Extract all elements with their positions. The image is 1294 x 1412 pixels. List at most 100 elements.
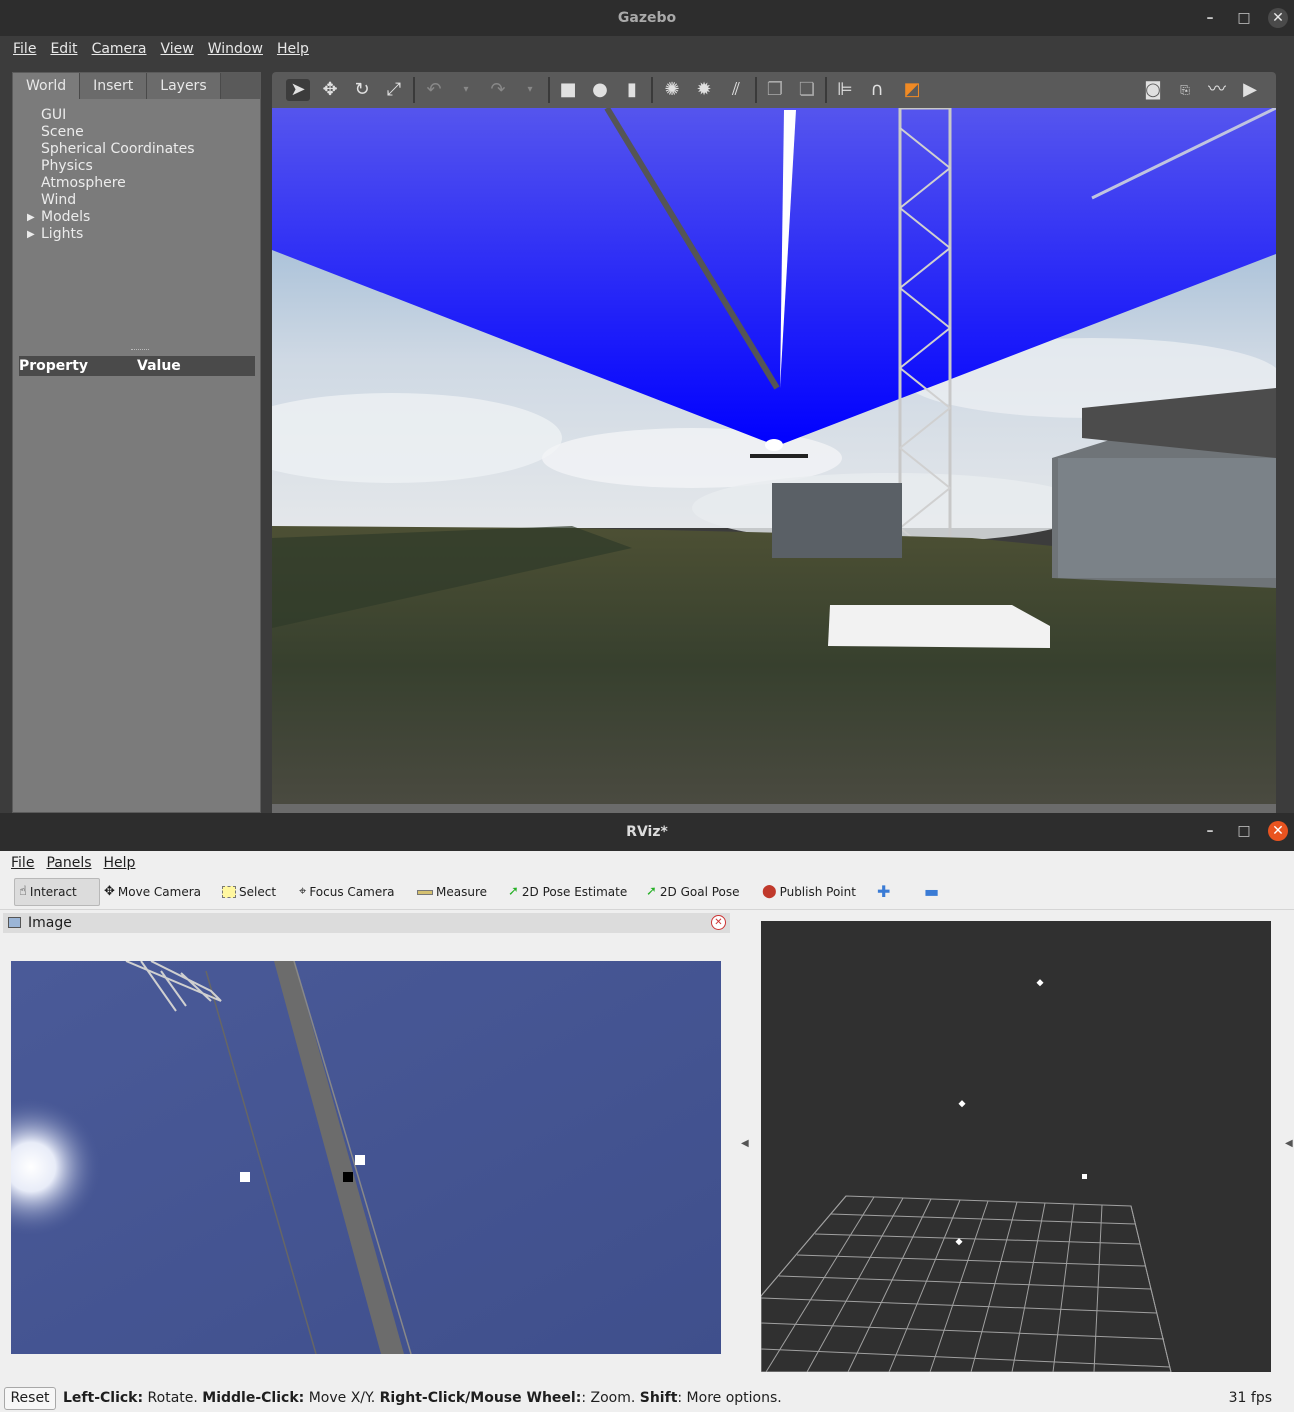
2d-goal-pose-button[interactable]: ➚ 2D Goal Pose (642, 878, 744, 906)
expand-arrow-icon[interactable]: ▶ (27, 226, 35, 243)
rviz-menubar: File Panels Help (0, 851, 1294, 874)
maximize-icon[interactable]: □ (1234, 821, 1254, 841)
splitter-handle[interactable] (131, 349, 149, 352)
point-marker (958, 1100, 966, 1108)
menu-file[interactable]: File (6, 41, 43, 57)
2d-pose-estimate-button[interactable]: ➚ 2D Pose Estimate (504, 878, 631, 906)
gazebo-toolbar: ➤ ✥ ↻ ⤢ ↶ ▾ ↷ ▾ ■ ● ▮ ✺ ✹ ⫽ ❐ ❏ ⊫ ∩ ◩ ◙ … (272, 72, 1276, 108)
image-panel-title: Image (28, 915, 72, 931)
feature-point (343, 1172, 353, 1182)
gazebo-left-panel: World Insert Layers GUI Scene Spherical … (12, 72, 261, 813)
point-marker (1082, 1174, 1087, 1179)
menu-view[interactable]: View (154, 41, 201, 57)
gazebo-bottom-bar (272, 804, 1276, 813)
minimize-icon[interactable]: – (1200, 821, 1220, 841)
maximize-icon[interactable]: □ (1234, 8, 1254, 28)
point-light-icon[interactable]: ✺ (660, 79, 684, 101)
video-record-icon[interactable]: ▶ (1238, 79, 1262, 101)
directional-light-icon[interactable]: ⫽ (724, 79, 748, 101)
cylinder-icon[interactable]: ▮ (620, 79, 644, 101)
undo-dropdown-icon[interactable]: ▾ (454, 79, 478, 101)
minimize-icon[interactable]: – (1200, 8, 1220, 28)
expand-arrow-icon[interactable]: ▶ (27, 209, 35, 226)
gazebo-3d-viewport[interactable] (272, 108, 1276, 804)
focus-camera-icon: ⌖ (299, 884, 307, 899)
move-camera-icon: ✥ (104, 884, 115, 899)
gazebo-title: Gazebo (617, 10, 677, 26)
gazebo-titlebar: Gazebo – □ ✕ (0, 0, 1294, 36)
plot-icon[interactable]: 〰 (1205, 79, 1229, 101)
splitter-left-arrow-icon[interactable]: ◀ (741, 1138, 749, 1149)
value-column-label: Value (137, 358, 181, 374)
close-icon[interactable]: ✕ (1268, 8, 1288, 28)
snap-icon[interactable]: ∩ (865, 79, 889, 101)
paste-icon[interactable]: ❏ (795, 79, 819, 101)
rotate-icon[interactable]: ↻ (350, 79, 374, 101)
rviz-titlebar: RViz* – □ ✕ (0, 813, 1294, 851)
gazebo-scene[interactable] (272, 108, 1276, 804)
redo-dropdown-icon[interactable]: ▾ (518, 79, 542, 101)
menu-help[interactable]: Help (270, 41, 316, 57)
rviz-toolbar: ☝ Interact ✥ Move Camera Select ⌖ Focus Cam… (0, 874, 1294, 910)
menu-window[interactable]: Window (201, 41, 270, 57)
view-angle-icon[interactable]: ◩ (900, 79, 924, 101)
undo-icon[interactable]: ↶ (422, 79, 446, 101)
interact-button[interactable]: ☝ Interact (14, 878, 100, 906)
log-icon[interactable]: ⎘ (1173, 79, 1197, 101)
gazebo-tabs: World Insert Layers (13, 73, 260, 99)
reset-button[interactable]: Reset (4, 1387, 56, 1410)
close-panel-icon[interactable]: ✕ (711, 915, 726, 930)
point-marker (1036, 979, 1044, 987)
translate-icon[interactable]: ✥ (318, 79, 342, 101)
copy-icon[interactable]: ❐ (763, 79, 787, 101)
measure-button[interactable]: Measure (413, 878, 491, 906)
tab-layers[interactable]: Layers (147, 73, 221, 99)
splitter-right-arrow-icon[interactable]: ◀ (1285, 1138, 1293, 1149)
spot-light-icon[interactable]: ✹ (692, 79, 716, 101)
feature-point (355, 1155, 365, 1165)
point-marker (955, 1238, 963, 1246)
menu-edit[interactable]: Edit (43, 41, 84, 57)
select-icon (222, 886, 236, 898)
focus-camera-button[interactable]: ⌖ Focus Camera (295, 878, 399, 906)
remove-tool-minus-icon[interactable]: ▬ (920, 878, 943, 906)
sphere-icon[interactable]: ● (588, 79, 612, 101)
tree-item-wind[interactable]: Wind (41, 192, 260, 209)
tab-world[interactable]: World (13, 73, 81, 99)
tree-item-gui[interactable]: GUI (41, 107, 260, 124)
rviz-title: RViz* (626, 824, 668, 840)
add-tool-plus-icon[interactable]: ✚ (873, 878, 894, 906)
publish-point-button[interactable]: ⬤ Publish Point (758, 878, 860, 906)
tree-item-physics[interactable]: Physics (41, 158, 260, 175)
tree-item-models[interactable]: ▶ Models (27, 209, 260, 226)
redo-icon[interactable]: ↷ (486, 79, 510, 101)
menu-file[interactable]: File (5, 855, 40, 871)
fps-counter: 31 fps (1228, 1390, 1272, 1406)
move-camera-button[interactable]: ✥ Move Camera (100, 878, 205, 906)
rviz-3d-render[interactable] (761, 921, 1271, 1372)
camera-image (11, 961, 721, 1354)
tree-item-lights[interactable]: ▶ Lights (27, 226, 260, 243)
tree-item-atmosphere[interactable]: Atmosphere (41, 175, 260, 192)
screenshot-icon[interactable]: ◙ (1141, 79, 1165, 101)
pose-arrow-icon: ➚ (508, 884, 519, 899)
box-icon[interactable]: ■ (556, 79, 580, 101)
image-icon (8, 917, 21, 928)
world-tree: GUI Scene Spherical Coordinates Physics … (13, 107, 260, 243)
tree-item-spherical-coordinates[interactable]: Spherical Coordinates (41, 141, 260, 158)
tree-item-scene[interactable]: Scene (41, 124, 260, 141)
menu-camera[interactable]: Camera (85, 41, 154, 57)
rviz-window: RViz* – □ ✕ File Panels Help ☝ Interact ✥… (0, 813, 1294, 1412)
menu-help[interactable]: Help (98, 855, 142, 871)
tab-insert[interactable]: Insert (80, 73, 148, 99)
rviz-3d-view[interactable] (761, 921, 1271, 1372)
ruler-icon (417, 889, 433, 895)
status-help-text: Left-Click: Rotate. Middle-Click: Move X… (63, 1390, 782, 1406)
property-column-label: Property (19, 358, 89, 374)
close-icon[interactable]: ✕ (1268, 821, 1288, 841)
menu-panels[interactable]: Panels (40, 855, 97, 871)
align-icon[interactable]: ⊫ (833, 79, 857, 101)
select-button[interactable]: Select (218, 878, 280, 906)
select-arrow-icon[interactable]: ➤ (286, 79, 310, 101)
scale-icon[interactable]: ⤢ (382, 79, 406, 101)
